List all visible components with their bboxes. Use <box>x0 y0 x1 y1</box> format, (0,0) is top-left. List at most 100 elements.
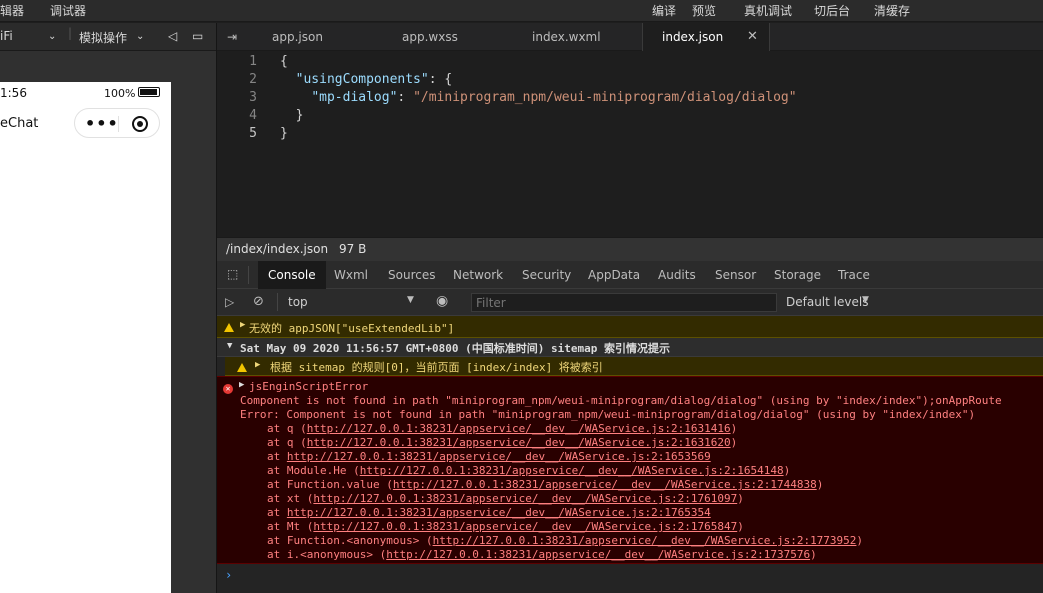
menu-bar: 辑器 调试器 编译 预览 真机调试 切后台 清缓存 <box>0 0 1043 22</box>
error-message: Component is not found in path "miniprog… <box>240 394 1002 407</box>
stack-link[interactable]: http://127.0.0.1:38231/appservice/__dev_… <box>393 478 817 491</box>
editor-tab-bar: ⇥ app.json app.wxss index.wxml index.jso… <box>217 23 1043 51</box>
stack-prefix: at xt ( <box>267 492 314 505</box>
stack-suffix: ) <box>810 548 817 561</box>
stack-frame: at q (http://127.0.0.1:38231/appservice/… <box>267 422 737 435</box>
warning-text: 无效的 appJSON["useExtendedLib"] <box>249 322 455 335</box>
code-line: { <box>280 54 288 69</box>
stack-suffix: ) <box>737 492 744 505</box>
warning-text: 根据 sitemap 的规则[0]，当前页面 [index/index] 将被索… <box>270 361 603 374</box>
stack-prefix: at q ( <box>267 436 307 449</box>
expand-icon[interactable]: ▶ <box>240 320 245 330</box>
remote-debug-button[interactable]: 真机调试 <box>744 2 792 19</box>
volume-icon[interactable]: ◁ <box>168 29 177 43</box>
toggle-sidebar-icon[interactable]: ⇥ <box>227 30 237 44</box>
line-number: 4 <box>249 108 257 123</box>
stack-suffix: ) <box>730 436 738 449</box>
stack-frame: at i.<anonymous> (http://127.0.0.1:38231… <box>267 548 817 561</box>
collapse-icon[interactable]: ▼ <box>227 341 232 351</box>
capsule-button: ••• <box>74 108 160 138</box>
json-key: "usingComponents" <box>295 72 429 87</box>
background-button[interactable]: 切后台 <box>814 2 850 19</box>
window-icon[interactable]: ▭ <box>192 29 203 43</box>
compile-button[interactable]: 编译 <box>652 2 676 19</box>
stack-prefix: at Function.<anonymous> ( <box>267 534 433 547</box>
tab-app-wxss[interactable]: app.wxss <box>402 23 458 51</box>
console-prompt-icon[interactable]: › <box>225 568 232 582</box>
menu-debugger[interactable]: 调试器 <box>50 2 86 19</box>
error-icon: ✕ <box>223 381 233 394</box>
tab-app-json[interactable]: app.json <box>272 23 323 51</box>
stack-link[interactable]: http://127.0.0.1:38231/appservice/__dev_… <box>307 422 731 435</box>
sidebar-toggle-icon[interactable]: ▷ <box>225 295 234 309</box>
inspect-icon[interactable]: ⬚ <box>227 267 238 281</box>
warning-icon <box>224 321 234 334</box>
battery-icon <box>138 87 160 97</box>
tab-network[interactable]: Network <box>453 268 503 282</box>
stack-prefix: at <box>267 450 287 463</box>
line-number: 3 <box>249 90 257 105</box>
file-size: 97 B <box>339 242 367 256</box>
console-output[interactable]: ▶ 无效的 appJSON["useExtendedLib"] ▼ Sat Ma… <box>217 316 1043 593</box>
tab-console[interactable]: Console <box>258 261 326 289</box>
expand-icon[interactable]: ▶ <box>255 360 260 370</box>
file-status-bar: /index/index.json 97 B <box>217 237 1043 261</box>
stack-link[interactable]: http://127.0.0.1:38231/appservice/__dev_… <box>313 520 737 533</box>
stack-link[interactable]: http://127.0.0.1:38231/appservice/__dev_… <box>287 506 711 519</box>
chevron-down-icon[interactable]: ⌄ <box>48 31 56 42</box>
stack-suffix: ) <box>783 464 791 477</box>
context-select[interactable]: top <box>288 295 308 309</box>
chevron-down-icon[interactable]: ▼ <box>407 295 414 305</box>
tab-appdata[interactable]: AppData <box>588 268 640 282</box>
tab-storage[interactable]: Storage <box>774 268 821 282</box>
line-number: 1 <box>249 54 257 69</box>
close-icon[interactable]: ✕ <box>747 29 758 44</box>
expand-icon[interactable]: ▶ <box>239 380 244 390</box>
tab-wxml[interactable]: Wxml <box>334 268 368 282</box>
stack-prefix: at Module.He ( <box>267 464 360 477</box>
more-icon[interactable]: ••• <box>85 114 119 133</box>
stack-link[interactable]: http://127.0.0.1:38231/appservice/__dev_… <box>307 436 731 449</box>
devtools-tab-bar: ⬚ Console Wxml Sources Network Security … <box>217 261 1043 289</box>
error-title: jsEnginScriptError <box>249 380 369 393</box>
eye-icon[interactable]: ◉ <box>436 293 448 309</box>
network-select[interactable]: iFi <box>0 29 13 43</box>
line-number: 2 <box>249 72 257 87</box>
stack-prefix: at i.<anonymous> ( <box>267 548 387 561</box>
clear-cache-button[interactable]: 清缓存 <box>874 2 910 19</box>
menu-editor[interactable]: 辑器 <box>0 2 24 19</box>
status-battery-percent: 100% <box>104 87 136 100</box>
tab-security[interactable]: Security <box>522 268 571 282</box>
tab-sources[interactable]: Sources <box>388 268 435 282</box>
close-record-icon[interactable] <box>132 116 148 132</box>
tab-trace[interactable]: Trace <box>838 268 870 282</box>
toolbar-divider <box>248 266 249 284</box>
stack-suffix: ) <box>737 520 744 533</box>
stack-link[interactable]: http://127.0.0.1:38231/appservice/__dev_… <box>287 450 711 463</box>
stack-link[interactable]: http://127.0.0.1:38231/appservice/__dev_… <box>360 464 784 477</box>
console-group-header[interactable]: ▼ Sat May 09 2020 11:56:57 GMT+0800 (中国标… <box>217 338 1043 357</box>
code-editor[interactable]: 1 2 3 4 5 { "usingComponents": { "mp-dia… <box>217 51 1043 237</box>
stack-link[interactable]: http://127.0.0.1:38231/appservice/__dev_… <box>386 548 810 561</box>
console-toolbar: ▷ ⊘ top ▼ ◉ Default levels ▼ <box>217 289 1043 316</box>
phone-screen[interactable]: 1:56 100% eChat ••• <box>0 82 171 593</box>
filter-input[interactable] <box>471 293 777 312</box>
file-path: /index/index.json <box>226 242 329 256</box>
chevron-down-icon[interactable]: ⌄ <box>136 31 144 42</box>
preview-button[interactable]: 预览 <box>692 2 716 19</box>
simulator-panel: 1:56 100% eChat ••• <box>0 51 216 593</box>
code-punct: { <box>280 54 288 69</box>
stack-link[interactable]: http://127.0.0.1:38231/appservice/__dev_… <box>313 492 737 505</box>
stack-prefix: at Mt ( <box>267 520 314 533</box>
simulate-operation-select[interactable]: 模拟操作 <box>79 29 127 46</box>
tab-index-wxml[interactable]: index.wxml <box>532 23 601 51</box>
tab-sensor[interactable]: Sensor <box>715 268 756 282</box>
clear-console-icon[interactable]: ⊘ <box>253 294 264 309</box>
chevron-down-icon[interactable]: ▼ <box>862 295 869 305</box>
tab-audits[interactable]: Audits <box>658 268 696 282</box>
stack-frame: at Mt (http://127.0.0.1:38231/appservice… <box>267 520 744 533</box>
stack-link[interactable]: http://127.0.0.1:38231/appservice/__dev_… <box>433 534 857 547</box>
group-title: Sat May 09 2020 11:56:57 GMT+0800 (中国标准时… <box>240 342 671 355</box>
log-levels-select[interactable]: Default levels <box>786 295 868 309</box>
code-punct <box>280 72 296 87</box>
